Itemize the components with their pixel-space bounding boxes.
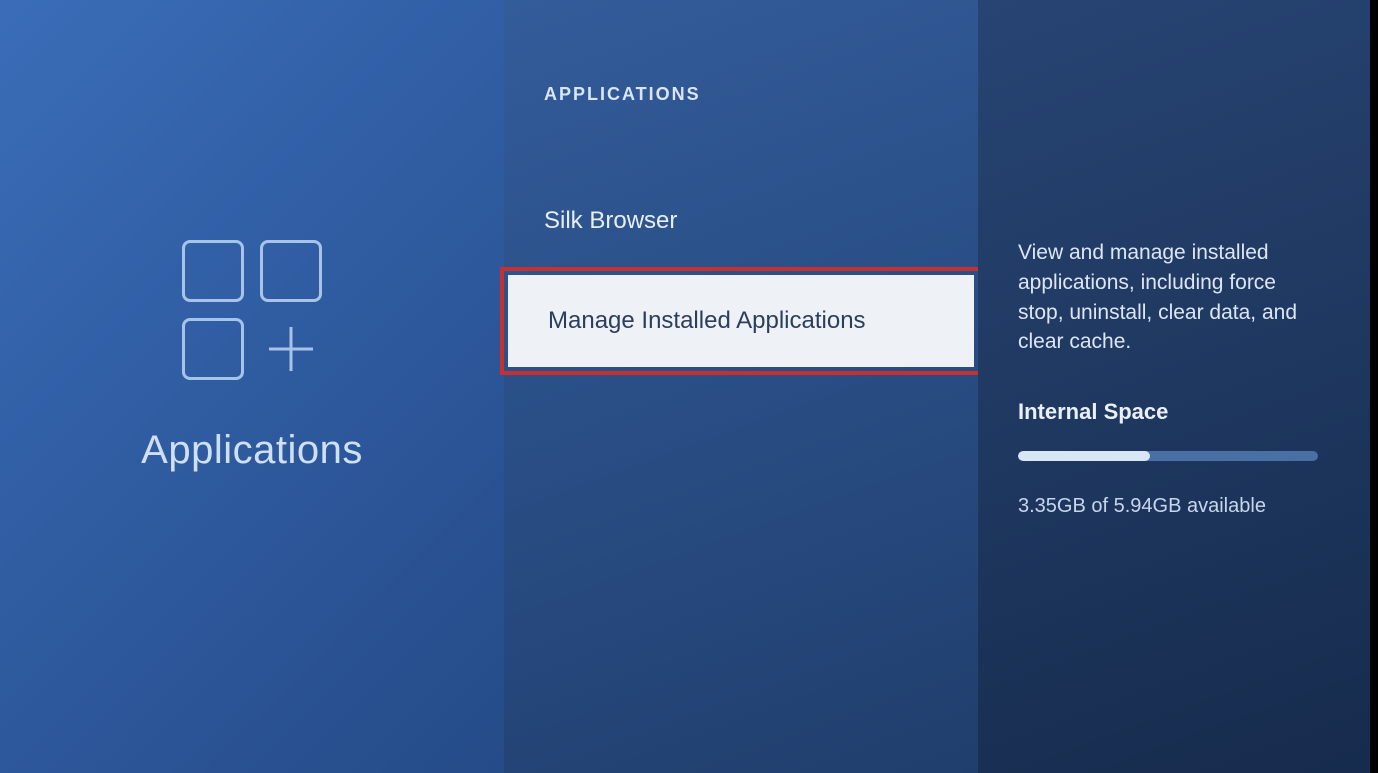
storage-progress-bar	[1018, 451, 1318, 461]
app-square-icon	[260, 240, 322, 302]
section-header: APPLICATIONS	[504, 84, 978, 105]
left-panel: Applications	[0, 0, 504, 773]
app-square-icon	[182, 318, 244, 380]
menu-item-manage-installed-applications[interactable]: Manage Installed Applications	[508, 275, 974, 367]
menu-item-silk-browser[interactable]: Silk Browser	[504, 195, 978, 247]
storage-available-text: 3.35GB of 5.94GB available	[1018, 495, 1326, 518]
left-panel-title: Applications	[141, 428, 363, 473]
plus-icon	[260, 318, 322, 380]
storage-title: Internal Space	[1018, 399, 1326, 425]
applications-icon	[182, 240, 322, 380]
screen-edge	[1370, 0, 1378, 773]
storage-progress-fill	[1018, 451, 1150, 461]
highlight-annotation: Manage Installed Applications	[500, 267, 982, 375]
app-square-icon	[182, 240, 244, 302]
right-panel: View and manage installed applications, …	[978, 0, 1378, 773]
middle-panel: APPLICATIONS Silk Browser Manage Install…	[504, 0, 978, 773]
item-description: View and manage installed applications, …	[1018, 238, 1326, 357]
